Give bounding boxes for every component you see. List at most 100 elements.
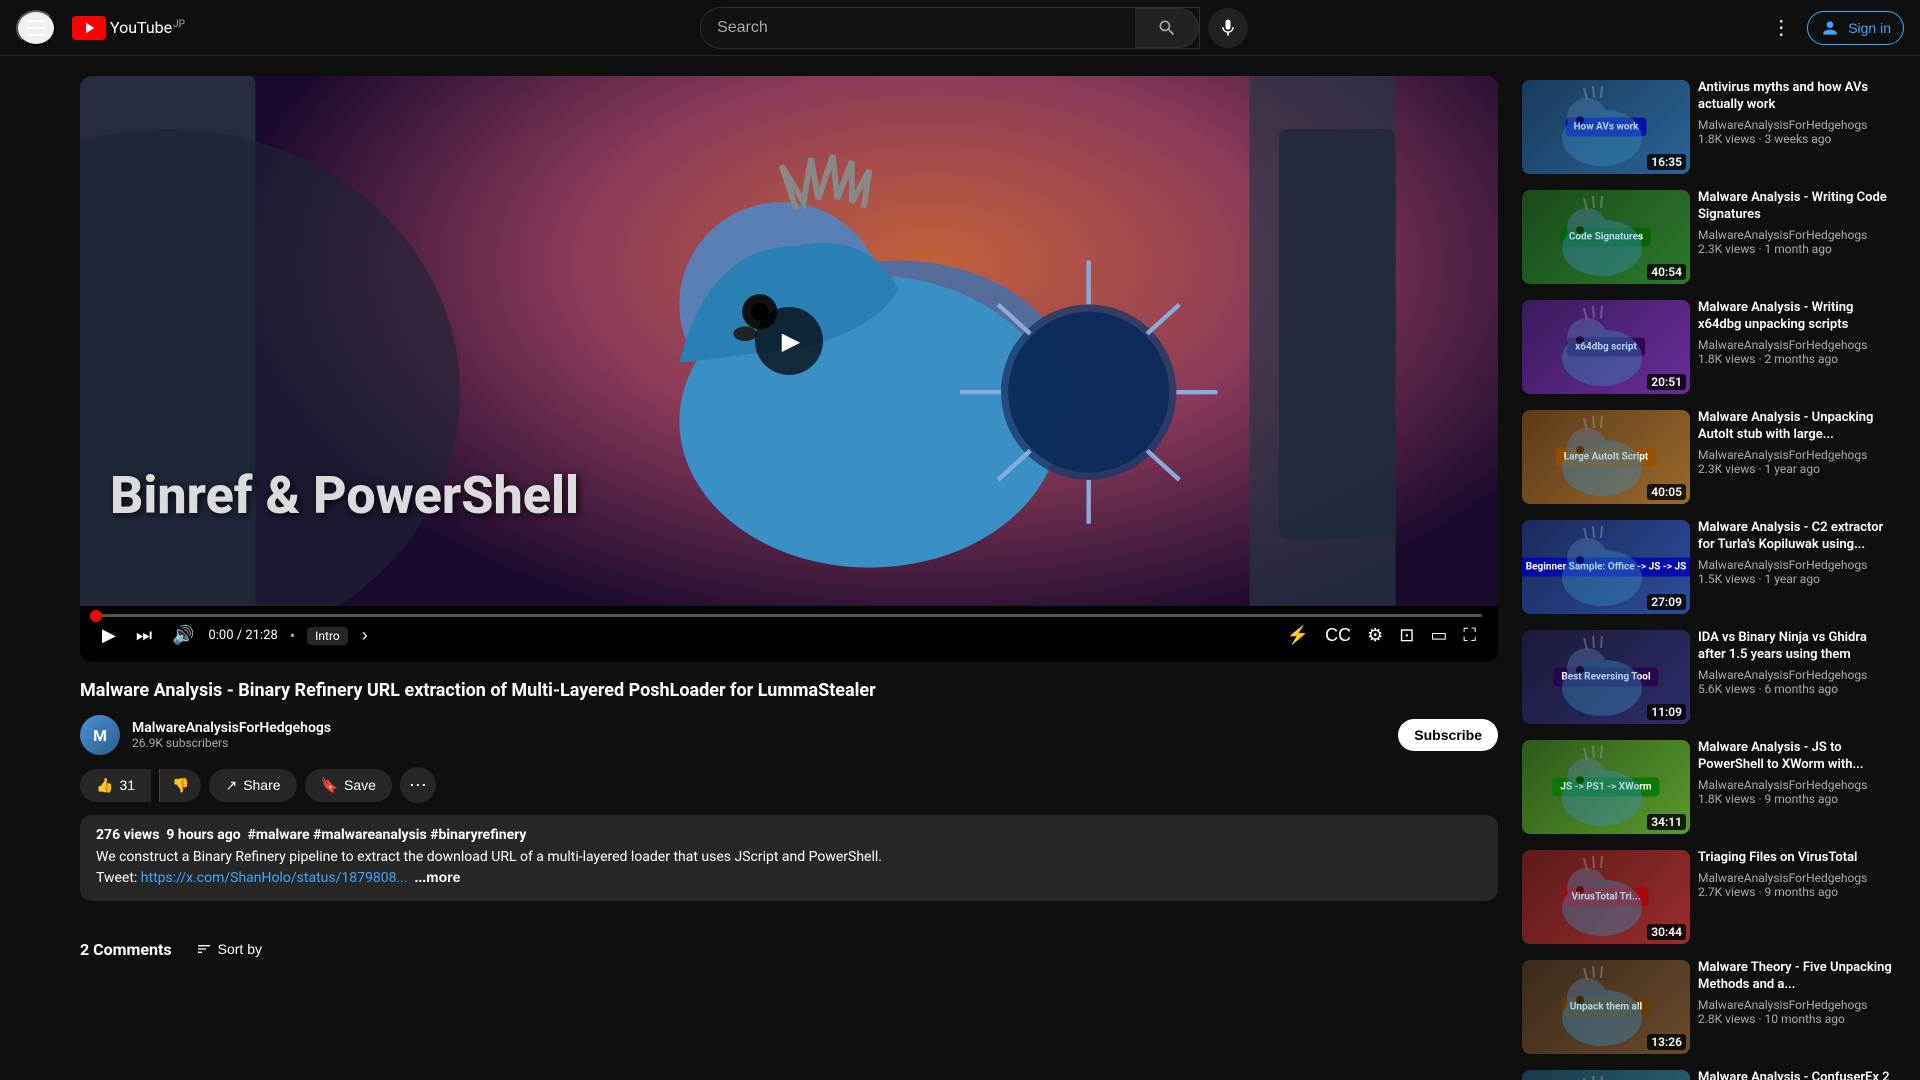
video-player: Binref & PowerShell ▶ ⏭ 🔊 0:00 / 21:28 — [80, 76, 1498, 662]
more-actions-button[interactable]: ⋯ — [400, 767, 436, 803]
sidebar-thumbnail: .NET Deobfuscation 17:35 — [1522, 1070, 1690, 1080]
voice-search-button[interactable] — [1208, 8, 1248, 48]
sidebar-thumbnail: Best Reversing Tool 11:09 — [1522, 630, 1690, 724]
sidebar-video-info: Malware Analysis - ConfuserEx 2 Deobfusc… — [1698, 1070, 1896, 1080]
sidebar-video-title: Malware Analysis - ConfuserEx 2 Deobfusc… — [1698, 1070, 1896, 1080]
sidebar-video-channel: MalwareAnalysisForHedgehogs — [1698, 778, 1896, 792]
description-stats: 276 views 9 hours ago #malware #malwarea… — [96, 827, 1482, 843]
chapter-badge[interactable]: Intro — [307, 627, 348, 645]
search-input[interactable] — [701, 8, 1135, 48]
thumbnail-duration: 34:11 — [1647, 814, 1686, 830]
dislike-button[interactable]: 👎 — [159, 769, 201, 802]
sidebar-thumbnail: VirusTotal Tri... 30:44 — [1522, 850, 1690, 944]
sidebar-video-meta: 2.8K views · 10 months ago — [1698, 1012, 1896, 1026]
play-button-overlay[interactable] — [755, 307, 823, 375]
video-title-overlay: Binref & PowerShell — [80, 445, 1498, 546]
sidebar-video-item[interactable]: Large AutoIt Script 40:05 Malware Analys… — [1518, 406, 1900, 508]
more-options-button[interactable]: ⋮ — [1763, 7, 1799, 48]
sidebar-video-meta: 1.8K views · 2 months ago — [1698, 352, 1896, 366]
tweet-label: Tweet: — [96, 870, 141, 886]
thumbnail-duration: 16:35 — [1647, 154, 1686, 170]
autoplay-toggle[interactable]: ⚡ — [1281, 621, 1315, 650]
sidebar-video-item[interactable]: Unpack them all 13:26 Malware Theory - F… — [1518, 956, 1900, 1058]
subscribe-button[interactable]: Subscribe — [1398, 719, 1498, 751]
sidebar-thumbnail: JS -> PS1 -> XWorm 34:11 — [1522, 740, 1690, 834]
comments-header: 2 Comments Sort by — [80, 933, 1498, 965]
like-button[interactable]: 👍 31 — [80, 769, 151, 802]
video-main-title: Malware Analysis - Binary Refinery URL e… — [80, 678, 1498, 703]
controls-row: ▶ ⏭ 🔊 0:00 / 21:28 • Intro › ⚡ CC ⚙ ⊡ ▭ — [96, 621, 1482, 650]
sidebar-video-channel: MalwareAnalysisForHedgehogs — [1698, 338, 1896, 352]
header-right: ⋮ Sign in — [1763, 7, 1904, 48]
channel-name[interactable]: MalwareAnalysisForHedgehogs — [132, 720, 1386, 736]
sidebar-video-item[interactable]: x64dbg script 20:51 Malware Analysis - W… — [1518, 296, 1900, 398]
video-progress-bar[interactable] — [96, 614, 1482, 617]
next-button[interactable]: ⏭ — [130, 621, 158, 650]
sign-in-button[interactable]: Sign in — [1807, 11, 1904, 45]
sidebar-video-channel: MalwareAnalysisForHedgehogs — [1698, 998, 1896, 1012]
settings-button[interactable]: ⚙ — [1361, 621, 1389, 650]
sidebar-video-item[interactable]: VirusTotal Tri... 30:44 Triaging Files o… — [1518, 846, 1900, 948]
sidebar-video-info: Triaging Files on VirusTotal MalwareAnal… — [1698, 850, 1896, 944]
sidebar-video-item[interactable]: JS -> PS1 -> XWorm 34:11 Malware Analysi… — [1518, 736, 1900, 838]
sidebar-video-title: Triaging Files on VirusTotal — [1698, 850, 1896, 867]
sidebar-video-meta: 2.7K views · 9 months ago — [1698, 885, 1896, 899]
sidebar-video-wrapper: How AVs work 16:35 Antivirus myths and h… — [1518, 76, 1900, 178]
sort-button[interactable]: Sort by — [188, 933, 270, 965]
sidebar-video-info: Malware Analysis - Unpacking AutoIt stub… — [1698, 410, 1896, 504]
channel-subscribers: 26.9K subscribers — [132, 736, 1386, 750]
sidebar-video-wrapper: x64dbg script 20:51 Malware Analysis - W… — [1518, 296, 1900, 398]
sidebar-video-meta: 2.3K views · 1 year ago — [1698, 462, 1896, 476]
miniplayer-button[interactable]: ⊡ — [1393, 621, 1420, 650]
sidebar-thumbnail: Unpack them all 13:26 — [1522, 960, 1690, 1054]
youtube-logo-text: YouTubeJP — [110, 18, 185, 37]
sidebar-video-title: Malware Theory - Five Unpacking Methods … — [1698, 960, 1896, 994]
search-button[interactable] — [1135, 8, 1199, 48]
thumbnail-duration: 40:05 — [1647, 484, 1686, 500]
channel-row: M MalwareAnalysisForHedgehogs 26.9K subs… — [80, 715, 1498, 755]
header: YouTubeJP ⋮ Sign in — [0, 0, 1920, 56]
sidebar-video-item[interactable]: Best Reversing Tool 11:09 IDA vs Binary … — [1518, 626, 1900, 728]
description-more-button[interactable]: ...more — [415, 869, 461, 885]
fullscreen-button[interactable]: ⛶ — [1457, 621, 1482, 650]
sidebar-video-item[interactable]: Beginner Sample: Office -> JS -> JS 27:0… — [1518, 516, 1900, 618]
tweet-link[interactable]: https://x.com/ShanHolo/status/1879808... — [141, 870, 408, 886]
thumbnail-duration: 27:09 — [1647, 594, 1686, 610]
youtube-logo-icon — [72, 16, 106, 40]
save-button[interactable]: 🔖 Save — [305, 769, 392, 802]
sidebar-video-title: IDA vs Binary Ninja vs Ghidra after 1.5 … — [1698, 630, 1896, 664]
sidebar-video-item[interactable]: .NET Deobfuscation 17:35 Malware Analysi… — [1518, 1066, 1900, 1080]
main-content: Binref & PowerShell ▶ ⏭ 🔊 0:00 / 21:28 — [0, 56, 1920, 1080]
like-icon: 👍 — [96, 777, 113, 794]
sidebar-thumbnail: How AVs work 16:35 — [1522, 80, 1690, 174]
sidebar-video-title: Malware Analysis - C2 extractor for Turl… — [1698, 520, 1896, 554]
sidebar-video-item[interactable]: Code Signatures 40:54 Malware Analysis -… — [1518, 186, 1900, 288]
search-icon — [1157, 18, 1177, 38]
share-button[interactable]: ↗ Share — [209, 769, 296, 802]
description-text: We construct a Binary Refinery pipeline … — [96, 847, 1482, 889]
sidebar-video-title: Malware Analysis - Unpacking AutoIt stub… — [1698, 410, 1896, 444]
sidebar-video-meta: 1.5K views · 1 year ago — [1698, 572, 1896, 586]
microphone-icon — [1218, 18, 1238, 38]
thumbnail-duration: 13:26 — [1647, 1034, 1686, 1050]
video-thumbnail[interactable]: Binref & PowerShell — [80, 76, 1498, 606]
hamburger-menu-button[interactable] — [16, 10, 56, 46]
sidebar-video-info: Malware Theory - Five Unpacking Methods … — [1698, 960, 1896, 1054]
play-pause-button[interactable]: ▶ — [96, 621, 122, 650]
action-row: 👍 31 👎 ↗ Share 🔖 Save ⋯ — [80, 767, 1498, 803]
next-chapter-button[interactable]: › — [356, 621, 374, 650]
thumbnail-hedgehog — [1522, 1070, 1690, 1080]
sidebar-thumbnail: Code Signatures 40:54 — [1522, 190, 1690, 284]
youtube-logo[interactable]: YouTubeJP — [72, 16, 185, 40]
channel-avatar[interactable]: M — [80, 715, 120, 755]
time-dot-separator: • — [290, 626, 295, 645]
sidebar-video-item[interactable]: How AVs work 16:35 Antivirus myths and h… — [1518, 76, 1900, 178]
description-box: 276 views 9 hours ago #malware #malwarea… — [80, 815, 1498, 901]
sidebar-video-wrapper: Beginner Sample: Office -> JS -> JS 27:0… — [1518, 516, 1900, 618]
controls-right: ⚡ CC ⚙ ⊡ ▭ ⛶ — [1281, 621, 1482, 650]
subtitles-button[interactable]: CC — [1319, 621, 1357, 650]
theater-button[interactable]: ▭ — [1424, 621, 1453, 650]
volume-button[interactable]: 🔊 — [166, 621, 200, 650]
sidebar-video-info: Malware Analysis - Writing Code Signatur… — [1698, 190, 1896, 284]
video-info: Malware Analysis - Binary Refinery URL e… — [80, 662, 1498, 917]
